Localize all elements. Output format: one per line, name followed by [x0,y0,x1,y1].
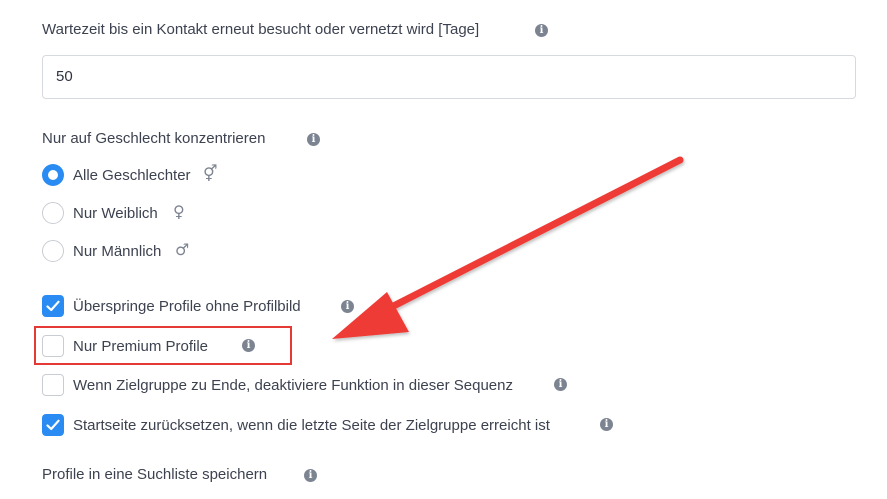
annotation-arrow-icon [332,156,684,339]
